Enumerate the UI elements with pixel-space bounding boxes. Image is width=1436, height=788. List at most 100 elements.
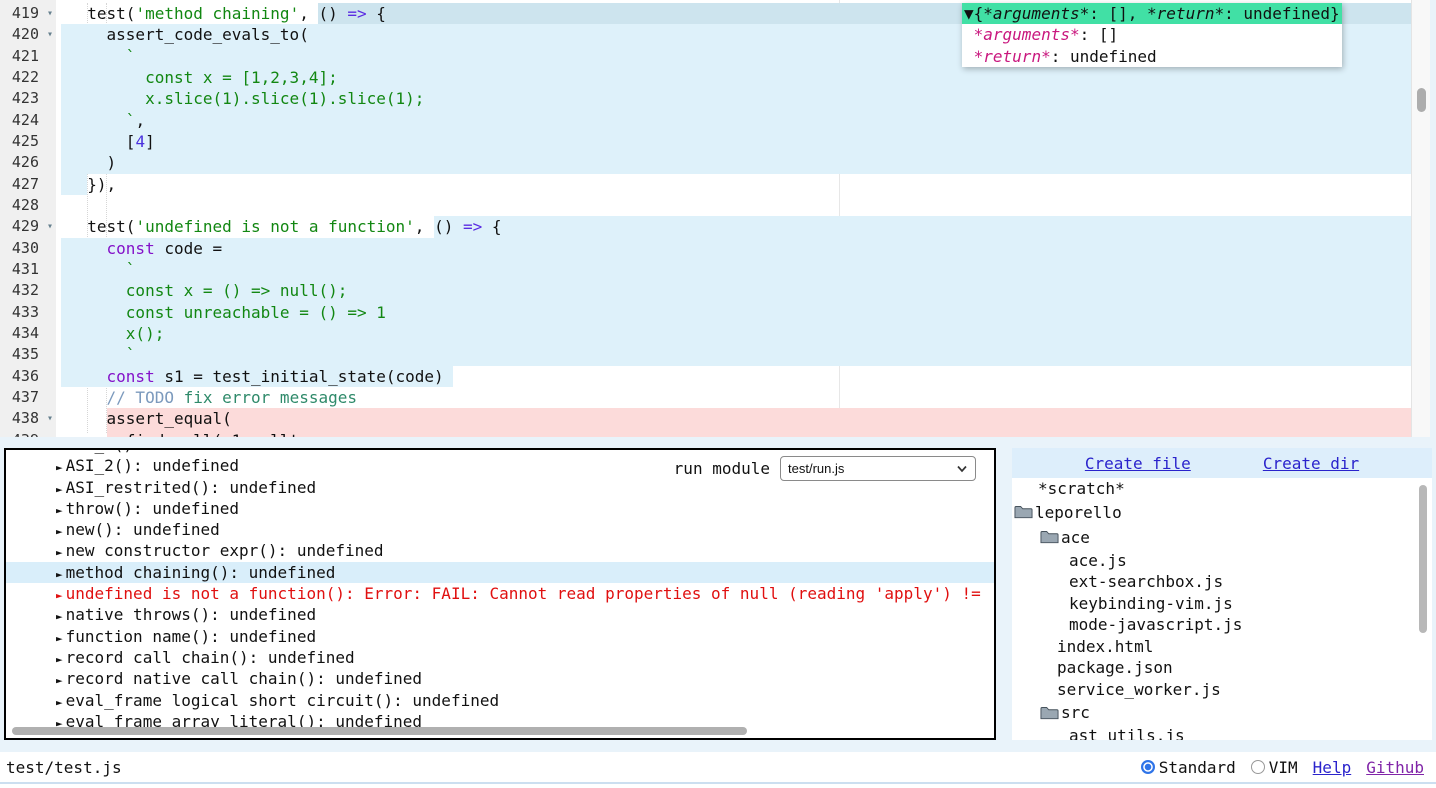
code-line-content: find_call(s1.calltree,	[56, 430, 1412, 437]
fold-marker-icon[interactable]: ▾	[47, 408, 53, 429]
line-number: 426	[0, 152, 56, 173]
file-name: *scratch*	[1038, 479, 1125, 498]
code-token: {	[482, 217, 501, 236]
test-result-row[interactable]: ►native throws(): undefined	[6, 604, 994, 625]
github-link[interactable]: Github	[1366, 758, 1424, 777]
test-result-row[interactable]: ►new constructor expr(): undefined	[6, 540, 994, 561]
file-tree-row[interactable]: ace.js	[1012, 550, 1432, 572]
expand-triangle-icon[interactable]: ►	[56, 653, 63, 666]
editor-line[interactable]: 438▾ assert_equal(	[0, 408, 1412, 429]
test-result-row[interactable]: ►new(): undefined	[6, 519, 994, 540]
tooltip-token: *return*	[974, 47, 1051, 66]
line-number: 427	[0, 174, 56, 195]
code-text: find_call(s1.calltree,	[68, 431, 347, 437]
editor-line[interactable]: 427 }),	[0, 174, 1412, 195]
file-tree-row[interactable]: package.json	[1012, 657, 1432, 679]
help-link[interactable]: Help	[1313, 758, 1352, 777]
expand-triangle-icon[interactable]: ►	[56, 461, 63, 474]
eval-highlight	[61, 259, 1412, 280]
code-token: fix error messages	[174, 388, 357, 407]
file-tree-scrollbar-thumb[interactable]	[1419, 485, 1427, 633]
expand-triangle-icon[interactable]: ►	[56, 589, 63, 602]
file-tree-row[interactable]: service_worker.js	[1012, 679, 1432, 701]
editor-line[interactable]: 433 const unreachable = () => 1	[0, 302, 1412, 323]
line-number: 428	[0, 195, 56, 216]
code-token: =>	[347, 4, 366, 23]
editor-line[interactable]: 426 )	[0, 152, 1412, 173]
file-tree-row[interactable]: leporello	[1012, 500, 1432, 525]
results-horizontal-scrollbar[interactable]	[12, 727, 747, 735]
editor-line[interactable]: 434 x();	[0, 323, 1412, 344]
eval-highlight	[61, 238, 1412, 259]
code-token: test(	[68, 217, 135, 236]
tooltip-row: *arguments*: []	[962, 24, 1342, 45]
fold-marker-icon[interactable]: ▾	[47, 24, 53, 45]
test-result-row[interactable]: ►throw(): undefined	[6, 498, 994, 519]
file-tree-row[interactable]: ext-searchbox.js	[1012, 571, 1432, 593]
tooltip-header: ▼{*arguments*: [], *return*: undefined}	[962, 3, 1342, 24]
test-result-row[interactable]: ►undefined is not a function(): Error: F…	[6, 583, 994, 604]
file-name: service_worker.js	[1057, 680, 1221, 699]
expand-triangle-icon[interactable]: ►	[56, 448, 63, 453]
create-file-link[interactable]: Create file	[1085, 454, 1191, 473]
test-result-row[interactable]: ►record call chain(): undefined	[6, 647, 994, 668]
test-result-row[interactable]: ►function name(): undefined	[6, 626, 994, 647]
test-result-text: new(): undefined	[66, 520, 220, 539]
radio-selected-icon[interactable]	[1141, 760, 1155, 774]
test-results-panel[interactable]: ►ASI_1(): undefined►ASI_2(): undefined►A…	[4, 448, 996, 740]
editor-line[interactable]: 439 find_call(s1.calltree,	[0, 430, 1412, 437]
editor-line[interactable]: 424 `,	[0, 110, 1412, 131]
editor-line[interactable]: 435 `	[0, 344, 1412, 365]
code-line-content: // TODO fix error messages	[56, 387, 1412, 408]
code-text: `	[68, 260, 135, 279]
code-token	[68, 388, 107, 407]
editor-line[interactable]: 428	[0, 195, 1412, 216]
editor-scrollbar-thumb[interactable]	[1417, 88, 1426, 112]
dir-name: leporello	[1035, 503, 1122, 522]
keybinding-vim-option[interactable]: VIM	[1251, 758, 1298, 777]
fold-marker-icon[interactable]: ▾	[47, 3, 53, 24]
editor-line[interactable]: 425 [4]	[0, 131, 1412, 152]
file-tree-row[interactable]: keybinding-vim.js	[1012, 593, 1432, 615]
run-module-select[interactable]: test/run.js	[780, 456, 976, 481]
file-tree-row[interactable]: ace	[1012, 525, 1432, 550]
code-token: {	[367, 4, 386, 23]
expand-triangle-icon[interactable]: ►	[56, 610, 63, 623]
expand-triangle-icon[interactable]: ►	[56, 546, 63, 559]
fold-marker-icon[interactable]: ▾	[47, 216, 53, 237]
file-tree-row[interactable]: src	[1012, 700, 1432, 725]
file-tree-row[interactable]: mode-javascript.js	[1012, 614, 1432, 636]
tooltip-token: : []	[1080, 25, 1119, 44]
editor-line[interactable]: 430 const code =	[0, 238, 1412, 259]
code-token: 4	[135, 132, 145, 151]
expand-triangle-icon[interactable]: ►	[56, 568, 63, 581]
file-tree-row[interactable]: *scratch*	[1012, 478, 1432, 500]
keybinding-standard-option[interactable]: Standard	[1141, 758, 1236, 777]
test-result-row[interactable]: ►eval_frame logical short circuit(): und…	[6, 690, 994, 711]
code-line-content: x();	[56, 323, 1412, 344]
create-dir-link[interactable]: Create dir	[1263, 454, 1359, 473]
file-tree-row[interactable]: ast_utils.js	[1012, 725, 1432, 740]
editor-line[interactable]: 431 `	[0, 259, 1412, 280]
test-result-row[interactable]: ►method chaining(): undefined	[6, 562, 994, 583]
expand-triangle-icon[interactable]: ►	[56, 525, 63, 538]
test-result-row[interactable]: ►record native call chain(): undefined	[6, 668, 994, 689]
editor-line[interactable]: 429▾ test('undefined is not a function',…	[0, 216, 1412, 237]
file-tree-row[interactable]: index.html	[1012, 636, 1432, 658]
editor-line[interactable]: 437 // TODO fix error messages	[0, 387, 1412, 408]
test-result-row[interactable]: ►ASI_1(): undefined	[6, 448, 994, 455]
line-number: 421	[0, 46, 56, 67]
code-text: const s1 = test_initial_state(code)	[68, 367, 444, 386]
editor-line[interactable]: 432 const x = () => null();	[0, 280, 1412, 301]
expand-triangle-icon[interactable]: ►	[56, 674, 63, 687]
editor-line[interactable]: 436 const s1 = test_initial_state(code)	[0, 366, 1412, 387]
expand-triangle-icon[interactable]: ►	[56, 483, 63, 496]
radio-unselected-icon[interactable]	[1251, 760, 1265, 774]
code-token: =>	[463, 217, 482, 236]
expand-triangle-icon[interactable]: ►	[56, 504, 63, 517]
editor-line[interactable]: 422 const x = [1,2,3,4];	[0, 67, 1412, 88]
editor-vertical-scrollbar[interactable]	[1411, 0, 1430, 437]
expand-triangle-icon[interactable]: ►	[56, 696, 63, 709]
expand-triangle-icon[interactable]: ►	[56, 632, 63, 645]
editor-line[interactable]: 423 x.slice(1).slice(1).slice(1);	[0, 88, 1412, 109]
